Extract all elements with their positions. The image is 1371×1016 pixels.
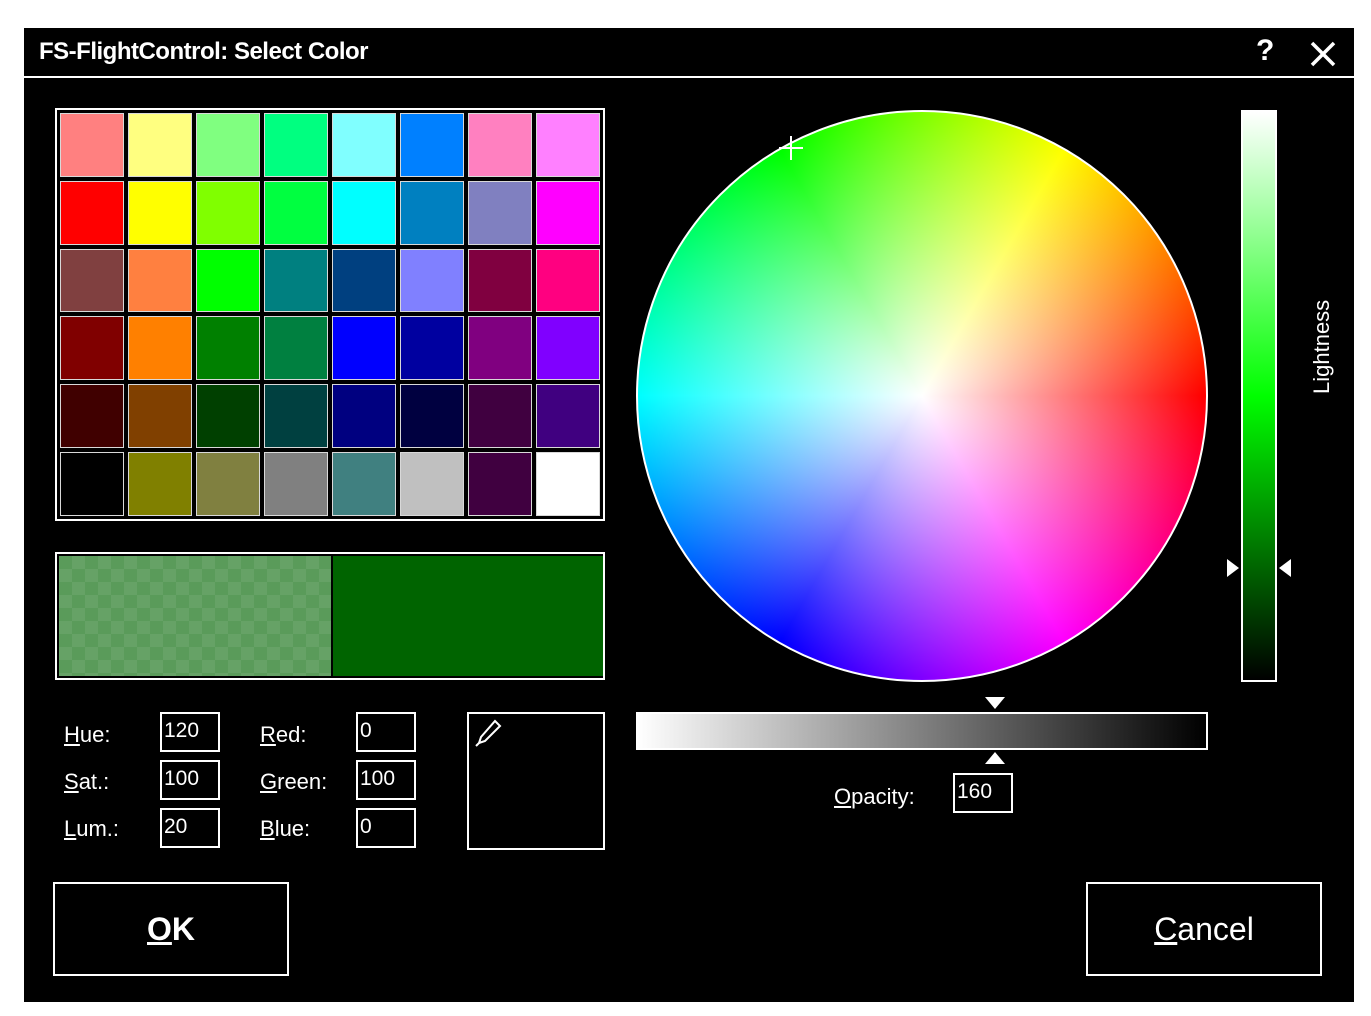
color-swatch[interactable] — [128, 316, 192, 381]
color-swatch[interactable] — [400, 113, 464, 177]
swatch-grid — [55, 108, 605, 521]
color-swatch[interactable] — [196, 316, 260, 381]
color-swatch[interactable] — [332, 316, 396, 381]
hue-label: Hue: — [64, 722, 111, 747]
opacity-input[interactable]: 160 — [953, 773, 1013, 813]
color-swatch[interactable] — [128, 248, 192, 313]
color-swatch[interactable] — [468, 316, 532, 381]
lightness-marker-left-icon[interactable] — [1227, 558, 1239, 577]
blue-label: Blue: — [260, 816, 311, 841]
color-swatch[interactable] — [264, 452, 328, 516]
color-swatch[interactable] — [332, 384, 396, 449]
close-icon[interactable] — [1309, 40, 1337, 68]
saturation-label: Sat.: — [64, 769, 110, 794]
color-swatch[interactable] — [196, 248, 260, 313]
color-swatch[interactable] — [196, 452, 260, 516]
color-swatch[interactable] — [536, 316, 600, 381]
luminance-input[interactable]: 20 — [160, 808, 220, 848]
color-swatch[interactable] — [264, 384, 328, 449]
color-swatch[interactable] — [196, 384, 260, 449]
saturation-input[interactable]: 100 — [160, 760, 220, 800]
hue-input[interactable]: 120 — [160, 712, 220, 752]
color-swatch[interactable] — [60, 384, 124, 449]
color-swatch[interactable] — [264, 248, 328, 313]
window-title: FS-FlightControl: Select Color — [39, 38, 368, 65]
color-swatch[interactable] — [332, 248, 396, 313]
color-wheel-area — [636, 110, 1208, 682]
wheel-crosshair-icon[interactable] — [779, 136, 803, 160]
luminance-label: Lum.: — [64, 816, 120, 841]
color-wheel-saturation-overlay — [638, 112, 1206, 680]
color-swatch[interactable] — [468, 452, 532, 516]
ok-button[interactable]: OK — [53, 882, 289, 976]
red-label: Red: — [260, 722, 307, 747]
color-swatch[interactable] — [400, 452, 464, 516]
color-swatch[interactable] — [332, 113, 396, 177]
color-swatch[interactable] — [60, 113, 124, 177]
color-swatch[interactable] — [400, 248, 464, 313]
color-swatch[interactable] — [536, 180, 600, 245]
color-swatch[interactable] — [400, 180, 464, 245]
select-color-dialog: FS-FlightControl: Select Color ? Hue: 12… — [22, 26, 1356, 1004]
color-preview — [55, 552, 605, 680]
color-swatch[interactable] — [536, 113, 600, 177]
color-swatch[interactable] — [332, 180, 396, 245]
color-swatch[interactable] — [400, 316, 464, 381]
color-swatch[interactable] — [128, 452, 192, 516]
opacity-label: Opacity: — [834, 784, 915, 809]
opacity-slider[interactable] — [636, 712, 1208, 750]
color-swatch[interactable] — [400, 384, 464, 449]
color-swatch[interactable] — [536, 452, 600, 516]
cancel-button[interactable]: Cancel — [1086, 882, 1322, 976]
color-swatch[interactable] — [60, 452, 124, 516]
title-bar: FS-FlightControl: Select Color ? — [24, 28, 1354, 78]
color-swatch[interactable] — [264, 316, 328, 381]
blue-input[interactable]: 0 — [356, 808, 416, 848]
green-input[interactable]: 100 — [356, 760, 416, 800]
opacity-marker-bottom-icon[interactable] — [984, 752, 1005, 764]
red-input[interactable]: 0 — [356, 712, 416, 752]
help-icon[interactable]: ? — [1256, 34, 1274, 68]
color-swatch[interactable] — [60, 316, 124, 381]
color-wheel[interactable] — [636, 110, 1208, 682]
green-label: Green: — [260, 769, 328, 794]
color-swatch[interactable] — [468, 180, 532, 245]
color-swatch[interactable] — [128, 384, 192, 449]
color-swatch[interactable] — [60, 248, 124, 313]
eyedropper-icon — [475, 719, 502, 747]
color-swatch[interactable] — [264, 113, 328, 177]
lightness-label: Lightness — [1309, 299, 1334, 394]
color-swatch[interactable] — [468, 248, 532, 313]
lightness-marker-right-icon[interactable] — [1279, 558, 1291, 577]
color-swatch[interactable] — [536, 248, 600, 313]
current-color-swatch — [333, 556, 603, 676]
previous-color-swatch — [59, 556, 331, 676]
eyedropper-button[interactable] — [467, 712, 605, 850]
color-swatch[interactable] — [468, 384, 532, 449]
color-swatch[interactable] — [60, 180, 124, 245]
color-swatch[interactable] — [196, 113, 260, 177]
lightness-slider[interactable] — [1241, 110, 1277, 682]
color-swatch[interactable] — [264, 180, 328, 245]
color-swatch[interactable] — [536, 384, 600, 449]
color-swatch[interactable] — [128, 180, 192, 245]
color-swatch[interactable] — [196, 180, 260, 245]
color-swatch[interactable] — [468, 113, 532, 177]
color-swatch[interactable] — [128, 113, 192, 177]
color-swatch[interactable] — [332, 452, 396, 516]
opacity-marker-top-icon[interactable] — [984, 697, 1005, 709]
